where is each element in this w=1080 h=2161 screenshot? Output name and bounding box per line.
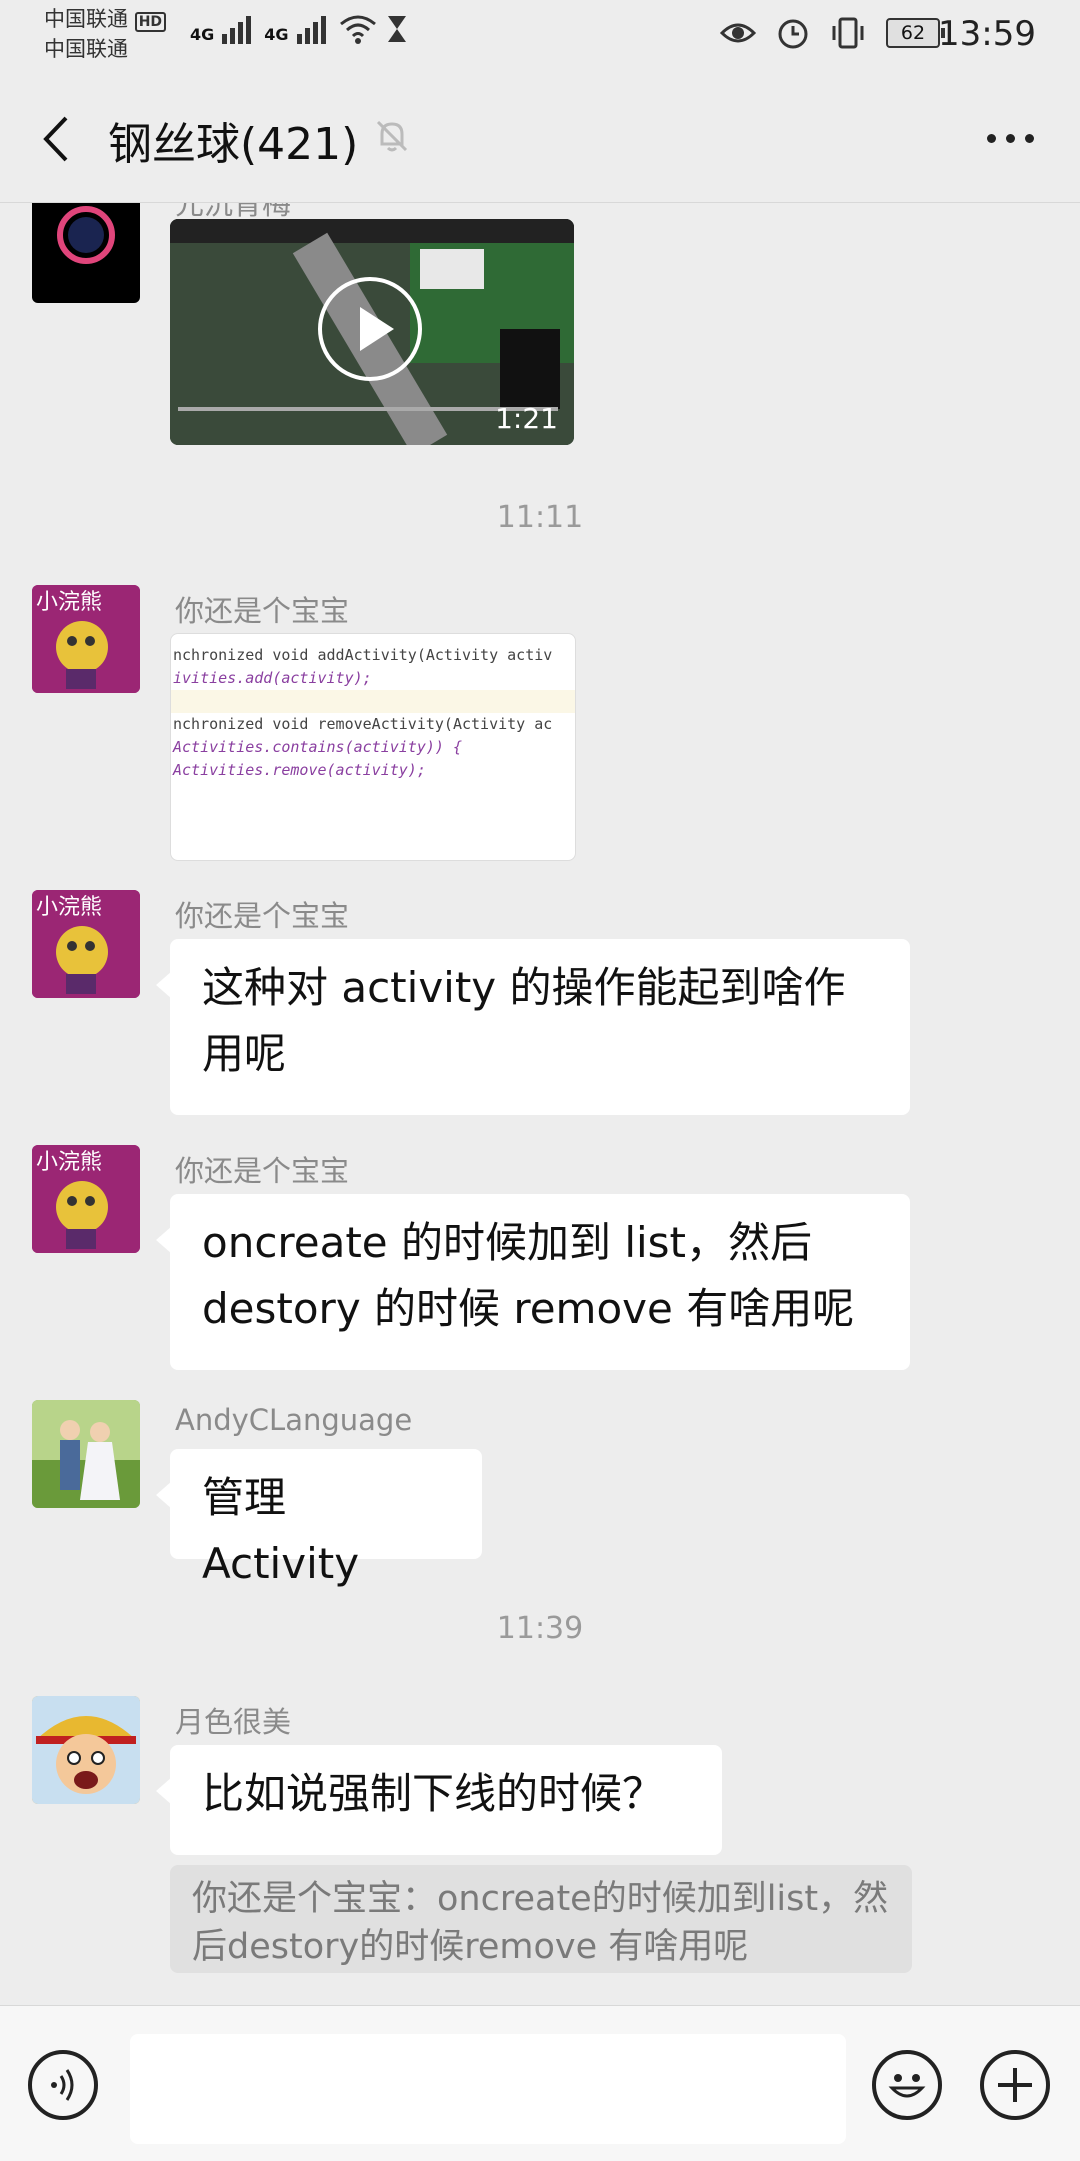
network-type-2: 4G: [264, 25, 289, 44]
plus-button[interactable]: [980, 2050, 1050, 2120]
code-line: Activities.contains(activity)) {: [173, 738, 462, 756]
carrier-2: 中国联通: [44, 37, 128, 61]
avatar[interactable]: [32, 203, 140, 303]
quoted-message[interactable]: 你还是个宝宝：oncreate的时候加到list，然后destory的时候rem…: [170, 1865, 912, 1973]
eye-icon: [720, 23, 756, 43]
avatar[interactable]: [32, 1696, 140, 1804]
svg-text:小浣熊: 小浣熊: [36, 590, 102, 615]
avatar[interactable]: [32, 1400, 140, 1508]
sender-name: 你还是个宝宝: [175, 594, 350, 628]
signal-icons: 4G 4G: [190, 14, 409, 44]
code-line: Activities.remove(activity);: [173, 761, 426, 779]
network-type-1: 4G: [190, 25, 215, 44]
emoji-button[interactable]: [872, 2050, 942, 2120]
video-duration: 1:21: [495, 402, 558, 435]
svg-text:小浣熊: 小浣熊: [36, 895, 102, 920]
timestamp: 11:39: [496, 1611, 584, 1646]
vibrate-icon: [832, 17, 864, 49]
mute-bell-icon: [376, 120, 408, 152]
message-bubble[interactable]: 这种对 activity 的操作能起到啥作用呢: [156, 939, 910, 1115]
avatar[interactable]: 小浣熊: [32, 890, 140, 998]
code-line: ivities.add(activity);: [173, 669, 372, 687]
signal-strength-icon: [222, 16, 252, 44]
voice-input-button[interactable]: [28, 2050, 98, 2120]
signal-strength-icon-2: [296, 16, 326, 44]
code-line: nchronized void addActivity(Activity act…: [173, 646, 553, 664]
message-input[interactable]: [130, 2034, 846, 2144]
status-right: 62: [720, 16, 945, 50]
chat-header: 钢丝球(421): [0, 70, 1080, 203]
alarm-icon: [778, 19, 808, 49]
sender-name: 你还是个宝宝: [175, 1154, 350, 1188]
carrier-info: 中国联通 HD 中国联通: [44, 6, 167, 63]
message-bubble[interactable]: 管理 Activity: [156, 1449, 482, 1588]
carrier-1: 中国联通: [44, 7, 128, 31]
code-image-message[interactable]: nchronized void addActivity(Activity act…: [170, 633, 576, 861]
message-bubble[interactable]: 比如说强制下线的时候？: [156, 1745, 722, 1855]
status-bar: 中国联通 HD 中国联通 4G 4G 62 13:59: [0, 0, 1080, 70]
timestamp: 11:11: [496, 500, 584, 535]
sender-name: AndyCLanguage: [175, 1403, 413, 1437]
hd-badge: HD: [134, 12, 167, 32]
play-icon[interactable]: [318, 277, 422, 381]
code-line: [171, 690, 575, 713]
battery-indicator: 62: [886, 18, 945, 48]
sender-name: 月色很美: [175, 1705, 292, 1739]
video-message[interactable]: 1:21: [170, 219, 574, 445]
back-arrow-icon[interactable]: [36, 114, 76, 164]
avatar[interactable]: 小浣熊: [32, 585, 140, 693]
message-bubble[interactable]: oncreate 的时候加到 list，然后 destory 的时候 remov…: [156, 1194, 910, 1370]
more-options-icon[interactable]: [987, 134, 1034, 143]
input-bar: [0, 2005, 1080, 2161]
svg-text:小浣熊: 小浣熊: [36, 1150, 102, 1175]
message-list[interactable]: 元沉青梅 1:21 11:11 小浣熊 你还是个宝宝 nchronized vo…: [0, 203, 1080, 2005]
clock: 13:59: [938, 14, 1036, 54]
code-line: nchronized void removeActivity(Activity …: [173, 715, 553, 733]
hourglass-icon: [387, 16, 406, 42]
chat-title: 钢丝球(421): [108, 119, 359, 170]
avatar[interactable]: 小浣熊: [32, 1145, 140, 1253]
sender-name: 你还是个宝宝: [175, 899, 350, 933]
wifi-icon: [339, 15, 376, 44]
